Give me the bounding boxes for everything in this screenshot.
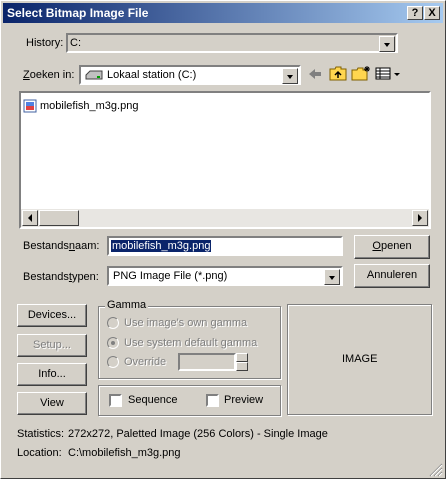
file-name: mobilefish_m3g.png (40, 100, 139, 112)
filename-field[interactable]: mobilefish_m3g.png (107, 236, 343, 256)
override-spinner[interactable] (236, 353, 248, 371)
info-button[interactable]: Info... (17, 363, 87, 386)
cancel-button[interactable]: Annuleren (354, 264, 430, 288)
setup-button[interactable]: Setup... (17, 334, 87, 357)
resize-grip-icon[interactable] (429, 463, 443, 477)
help-button[interactable]: ? (407, 6, 423, 20)
history-value: C: (70, 37, 81, 49)
back-icon[interactable] (307, 67, 323, 81)
drive-icon (85, 70, 103, 80)
preview-image-label: IMAGE (342, 353, 378, 365)
filetype-value: PNG Image File (*.png) (113, 270, 228, 282)
preview-label: Preview (224, 394, 264, 406)
location-value: C:\mobilefish_m3g.png (68, 447, 181, 459)
scroll-left-button[interactable] (22, 210, 38, 226)
spin-up-icon[interactable] (236, 353, 248, 362)
gamma-own-radio[interactable] (107, 317, 119, 329)
arrow-right-icon (418, 214, 422, 222)
sequence-label: Sequence (128, 394, 178, 406)
window-title: Select Bitmap Image File (7, 6, 149, 20)
new-folder-icon[interactable] (351, 65, 371, 81)
chevron-down-icon[interactable] (282, 68, 298, 84)
scroll-thumb[interactable] (39, 210, 79, 226)
spin-down-icon[interactable] (236, 362, 248, 371)
lookin-label: Zoeken in: (23, 69, 75, 81)
history-label: History: (26, 37, 64, 49)
lookin-combo[interactable]: Lokaal station (C:) (79, 65, 301, 85)
open-button[interactable]: Openen (354, 235, 430, 259)
chevron-down-icon[interactable] (324, 269, 340, 285)
override-value-field[interactable] (178, 353, 236, 371)
statistics-label: Statistics: (17, 428, 65, 440)
location-label: Location: (17, 447, 62, 459)
horizontal-scrollbar[interactable] (21, 209, 429, 227)
close-button[interactable]: X (424, 6, 440, 20)
lookin-value: Lokaal station (C:) (107, 69, 197, 81)
gamma-own-label: Use image's own gamma (124, 317, 248, 329)
chevron-down-icon[interactable] (379, 36, 395, 52)
gamma-override-radio[interactable] (107, 356, 119, 368)
gamma-override-label: Override (124, 356, 167, 368)
dialog-window: Select Bitmap Image File ? X History: C:… (0, 0, 446, 479)
filetype-label: Bestandstypen: (23, 271, 99, 283)
gamma-title: Gamma (105, 299, 149, 311)
scroll-right-button[interactable] (412, 210, 428, 226)
devices-button[interactable]: Devices... (17, 304, 87, 327)
up-folder-icon[interactable] (329, 65, 347, 81)
view-button[interactable]: View (17, 392, 87, 415)
gamma-system-radio[interactable] (107, 337, 119, 349)
filename-label: Bestandsnaam: (23, 240, 100, 252)
filetype-combo[interactable]: PNG Image File (*.png) (107, 266, 343, 286)
png-file-icon (23, 99, 37, 113)
preview-panel: IMAGE (287, 304, 432, 415)
history-combo[interactable]: C: (66, 33, 398, 53)
preview-checkbox[interactable] (206, 394, 219, 407)
gamma-system-label: Use system default gamma (124, 337, 258, 349)
file-list[interactable]: mobilefish_m3g.png (19, 91, 431, 229)
title-bar[interactable]: Select Bitmap Image File ? X (3, 3, 443, 23)
sequence-checkbox[interactable] (109, 394, 122, 407)
arrow-left-icon (28, 214, 32, 222)
view-menu-icon[interactable] (375, 67, 401, 81)
filename-value: mobilefish_m3g.png (109, 239, 213, 253)
statistics-value: 272x272, Paletted Image (256 Colors) - S… (68, 428, 328, 440)
